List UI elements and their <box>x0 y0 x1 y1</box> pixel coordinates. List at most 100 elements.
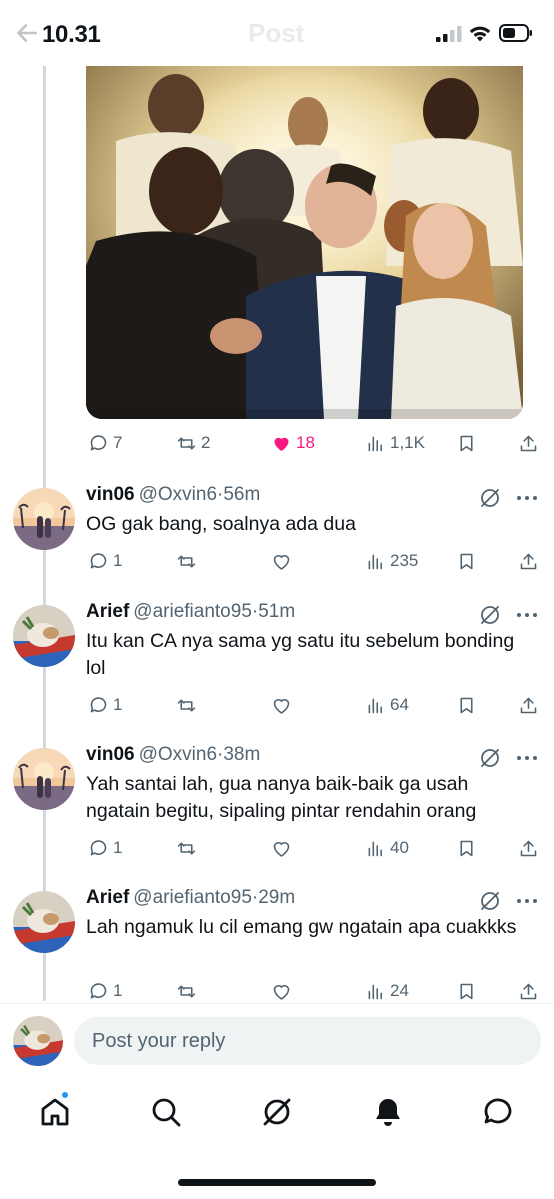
views-count: 64 <box>390 695 409 714</box>
reply-author-handle[interactable]: @ariefianto95 <box>133 887 252 908</box>
reply-author-handle[interactable]: @Oxvin6 <box>139 484 217 505</box>
bookmark-button[interactable] <box>456 690 477 720</box>
share-button[interactable] <box>518 546 539 576</box>
views-button[interactable]: 64 <box>365 690 409 720</box>
bookmark-button[interactable] <box>456 428 477 458</box>
notifications-icon <box>376 1099 400 1126</box>
nav-home[interactable] <box>37 1090 73 1130</box>
avatar-cat-image <box>13 891 75 953</box>
bookmark-button[interactable] <box>456 976 477 1006</box>
composer-divider <box>0 1003 554 1004</box>
repost-button[interactable] <box>176 976 197 1006</box>
like-button[interactable] <box>271 690 292 720</box>
reply-author-handle[interactable]: @ariefianto95 <box>133 601 252 622</box>
avatar[interactable] <box>13 605 75 667</box>
bookmark-button[interactable] <box>456 546 477 576</box>
views-button[interactable]: 235 <box>365 546 418 576</box>
reply-count: 1 <box>113 695 123 714</box>
like-count: 18 <box>296 433 315 452</box>
reply-actions: 1 235 <box>86 546 546 576</box>
reply-item[interactable]: Arief @ariefianto95·51m Itu kan CA nya sa… <box>0 601 554 731</box>
reply-time[interactable]: 38m <box>223 744 260 765</box>
more-options-icon[interactable] <box>515 754 539 762</box>
reply-count: 1 <box>113 981 123 1000</box>
grok-icon[interactable] <box>478 486 502 510</box>
grok-icon[interactable] <box>478 889 502 913</box>
share-button[interactable] <box>518 833 539 863</box>
unread-dot <box>60 1090 70 1100</box>
more-options-icon[interactable] <box>515 494 539 502</box>
nav-notifications[interactable] <box>370 1094 406 1130</box>
cellular-signal-icon <box>436 26 462 42</box>
repost-button[interactable] <box>176 546 197 576</box>
repost-button[interactable] <box>176 690 197 720</box>
bookmark-button[interactable] <box>456 833 477 863</box>
reply-header: Arief @ariefianto95·29m <box>86 887 295 909</box>
back-arrow-icon[interactable] <box>14 20 40 46</box>
reply-author-handle[interactable]: @Oxvin6 <box>139 744 217 765</box>
bookmark-icon <box>460 553 473 569</box>
reply-text: Itu kan CA nya sama yg satu itu sebelum … <box>86 630 515 679</box>
reply-author-name[interactable]: vin06 <box>86 744 135 765</box>
nav-messages[interactable] <box>480 1094 516 1130</box>
like-button[interactable]: 18 <box>271 428 315 458</box>
reply-header: vin06 @Oxvin6·38m <box>86 744 260 766</box>
avatar[interactable] <box>13 891 75 953</box>
reply-button[interactable]: 1 <box>88 833 122 863</box>
reply-icon <box>90 434 107 450</box>
share-button[interactable] <box>518 428 539 458</box>
reply-item[interactable]: Arief @ariefianto95·29m Lah ngamuk lu cil… <box>0 887 554 1003</box>
reply-count: 7 <box>113 433 123 452</box>
reply-time[interactable]: 29m <box>258 887 295 908</box>
avatar[interactable] <box>13 488 75 550</box>
like-button[interactable] <box>271 546 292 576</box>
reply-author-name[interactable]: Arief <box>86 887 129 908</box>
reply-icon <box>90 839 107 855</box>
avatar[interactable] <box>13 748 75 810</box>
reply-count: 1 <box>113 551 123 570</box>
bottom-nav <box>0 1086 554 1146</box>
views-button[interactable]: 40 <box>365 833 409 863</box>
reply-input[interactable] <box>74 1017 541 1065</box>
reply-item[interactable]: vin06 @Oxvin6·56m OG gak bang, soalnya ad… <box>0 484 554 584</box>
reply-actions: 1 40 <box>86 833 546 863</box>
avatar-beach-scene-image <box>13 748 75 810</box>
reply-time[interactable]: 51m <box>258 601 295 622</box>
heart-icon <box>273 554 290 570</box>
share-button[interactable] <box>518 690 539 720</box>
home-indicator <box>178 1179 376 1186</box>
views-button[interactable]: 1,1K <box>365 428 425 458</box>
reply-header: Arief @ariefianto95·51m <box>86 601 295 623</box>
heart-icon <box>273 984 290 1000</box>
reply-button[interactable]: 1 <box>88 546 122 576</box>
reply-author-name[interactable]: vin06 <box>86 484 135 505</box>
messages-icon <box>484 1098 512 1124</box>
more-options-icon[interactable] <box>515 897 539 905</box>
nav-search[interactable] <box>148 1094 184 1130</box>
reply-item[interactable]: vin06 @Oxvin6·38m Yah santai lah, gua nan… <box>0 744 554 874</box>
avatar-cat-image <box>13 605 75 667</box>
grok-icon[interactable] <box>478 603 502 627</box>
reply-button[interactable]: 1 <box>88 690 122 720</box>
views-icon <box>368 554 382 569</box>
views-icon <box>368 436 382 451</box>
like-button[interactable] <box>271 976 292 1006</box>
views-button[interactable]: 24 <box>365 976 409 1006</box>
more-options-icon[interactable] <box>515 611 539 619</box>
share-button[interactable] <box>518 976 539 1006</box>
reply-author-name[interactable]: Arief <box>86 601 129 622</box>
tweet-media-illustration <box>86 66 523 419</box>
repost-icon <box>177 698 196 712</box>
grok-icon[interactable] <box>478 746 502 770</box>
views-count: 24 <box>390 981 409 1000</box>
tweet-media-image[interactable] <box>86 66 523 419</box>
reply-button[interactable]: 7 <box>88 428 122 458</box>
nav-grok[interactable] <box>259 1094 295 1130</box>
reply-button[interactable]: 1 <box>88 976 122 1006</box>
repost-button[interactable] <box>176 833 197 863</box>
repost-icon <box>177 554 196 568</box>
reply-time[interactable]: 56m <box>223 484 260 505</box>
like-button[interactable] <box>271 833 292 863</box>
heart-filled-icon <box>274 437 289 451</box>
repost-button[interactable]: 2 <box>176 428 210 458</box>
